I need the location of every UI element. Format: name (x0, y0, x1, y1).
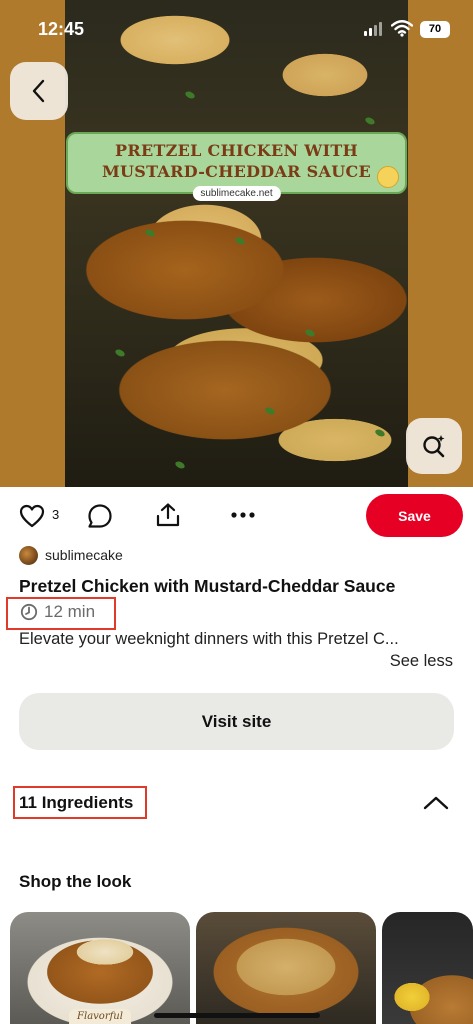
wifi-icon (391, 20, 413, 37)
visual-search-icon (423, 435, 445, 458)
home-indicator[interactable] (154, 1013, 320, 1018)
shop-thumbnail[interactable] (382, 912, 473, 1024)
more-icon (231, 512, 255, 518)
author-name: sublimecake (45, 547, 123, 563)
action-row: 3 Save (0, 490, 473, 542)
cook-time-text: 12 min (44, 602, 96, 621)
battery-indicator: 70 (420, 21, 450, 38)
shop-thumbnail[interactable]: Flavorful (10, 912, 190, 1024)
visual-search-button[interactable] (406, 418, 462, 474)
visit-site-button[interactable]: Visit site (19, 693, 454, 750)
banner-site: sublimecake.net (192, 186, 281, 201)
author-link[interactable]: sublimecake (19, 545, 123, 565)
shop-the-look-title: Shop the look (19, 872, 132, 891)
banner-title-line1: PRETZEL CHICKEN WITH (115, 141, 358, 160)
comment-button[interactable] (86, 502, 114, 530)
like-count: 3 (52, 507, 60, 522)
recipe-title-banner: PRETZEL CHICKEN WITH MUSTARD-CHEDDAR SAU… (66, 132, 407, 201)
clock-icon (20, 603, 38, 621)
back-button[interactable] (10, 62, 68, 120)
status-time: 12:45 (38, 19, 85, 39)
share-button[interactable] (154, 500, 182, 530)
banner-title-line2: MUSTARD-CHEDDAR SAUCE (101, 162, 371, 181)
heart-icon (19, 504, 45, 528)
see-less-link[interactable]: See less (390, 652, 453, 671)
avatar (19, 545, 38, 565)
chevron-up-icon (423, 796, 449, 810)
share-icon (156, 503, 180, 527)
pin-title: Pretzel Chicken with Mustard-Cheddar Sau… (19, 576, 396, 596)
more-button[interactable] (228, 502, 258, 528)
smiley-icon (377, 166, 399, 188)
ingredients-header[interactable]: 11 Ingredients (19, 793, 133, 813)
comment-icon (88, 504, 112, 528)
like-button[interactable] (17, 502, 47, 530)
status-bar: 12:45 70 (0, 0, 473, 56)
chevron-left-icon (32, 79, 45, 103)
pin-description: Elevate your weeknight dinners with this… (19, 630, 399, 648)
hero-image[interactable]: PRETZEL CHICKEN WITH MUSTARD-CHEDDAR SAU… (0, 0, 473, 487)
cook-time: 12 min (20, 602, 95, 622)
shop-thumbnail[interactable] (196, 912, 376, 1024)
save-button[interactable]: Save (366, 494, 463, 537)
recipe-photo (65, 0, 408, 487)
cellular-signal-icon (364, 22, 382, 36)
thumbnail-label: Flavorful (69, 1009, 131, 1024)
collapse-ingredients-button[interactable] (420, 789, 452, 817)
